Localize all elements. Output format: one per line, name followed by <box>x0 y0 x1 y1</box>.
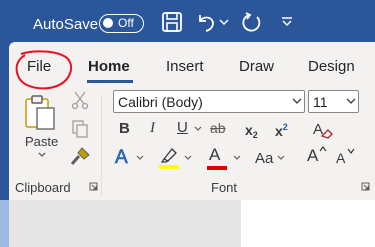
font-dialog-launcher-icon[interactable] <box>361 182 370 191</box>
copy-icon[interactable] <box>71 119 89 139</box>
chevron-down-icon <box>292 98 302 104</box>
toggle-knob <box>103 18 113 28</box>
document-page[interactable] <box>241 200 375 247</box>
customize-quick-access-icon[interactable] <box>281 15 293 27</box>
group-divider <box>101 96 102 196</box>
grow-font-button[interactable]: A <box>307 146 318 166</box>
annotation-circle <box>15 50 73 90</box>
text-effects-dropdown-icon[interactable] <box>136 155 144 161</box>
clipboard-dialog-launcher-icon[interactable] <box>89 182 98 191</box>
font-name-value: Calibri (Body) <box>118 94 203 110</box>
change-case-button[interactable]: Aa <box>255 150 273 167</box>
underline-dropdown-icon[interactable] <box>194 126 202 132</box>
text-effects-button[interactable]: A <box>115 147 128 169</box>
selected-tab-indicator <box>87 80 133 83</box>
change-case-dropdown-icon[interactable] <box>277 155 285 161</box>
autosave-label: AutoSave <box>33 16 99 33</box>
highlighter-icon[interactable] <box>158 145 180 169</box>
tab-insert[interactable]: Insert <box>166 58 204 75</box>
italic-button[interactable]: I <box>150 120 155 137</box>
shrink-font-arrow-icon <box>347 148 355 154</box>
font-color-dropdown-icon[interactable] <box>233 155 241 161</box>
paste-label: Paste <box>25 134 59 149</box>
font-size-select[interactable]: 11 <box>308 90 359 113</box>
paste-dropdown-icon[interactable] <box>38 152 46 158</box>
document-canvas <box>9 200 375 247</box>
autosave-state: Off <box>118 16 134 30</box>
superscript-mark: 2 <box>282 122 288 132</box>
bold-button[interactable]: B <box>119 120 130 137</box>
tab-draw[interactable]: Draw <box>239 58 274 75</box>
font-color-swatch <box>207 166 227 170</box>
strikethrough-button[interactable]: ab <box>210 120 226 136</box>
cut-icon[interactable] <box>71 90 89 110</box>
tab-home[interactable]: Home <box>88 58 130 75</box>
grow-font-arrow-icon <box>319 146 327 152</box>
subscript-base: x <box>245 122 253 138</box>
undo-dropdown-icon[interactable] <box>219 18 229 26</box>
clipboard-group-label: Clipboard <box>15 180 71 195</box>
autosave-toggle[interactable]: Off <box>99 14 144 33</box>
ribbon: File Home Insert Draw Design Paste Clipb… <box>9 42 375 200</box>
chevron-down-icon <box>346 98 356 104</box>
superscript-base: x <box>275 123 283 139</box>
font-name-select[interactable]: Calibri (Body) <box>113 90 305 113</box>
font-size-value: 11 <box>313 94 328 110</box>
save-icon[interactable] <box>161 11 183 33</box>
tab-design[interactable]: Design <box>308 58 355 75</box>
font-color-button[interactable]: A <box>209 145 220 165</box>
subscript-mark: 2 <box>252 130 258 140</box>
title-bar: AutoSave Off <box>0 0 375 42</box>
window-edge <box>0 200 9 247</box>
highlighter-dropdown-icon[interactable] <box>184 155 192 161</box>
subscript-button[interactable]: x2 <box>245 122 258 140</box>
shrink-font-button[interactable]: A <box>336 150 345 166</box>
paste-icon[interactable] <box>23 94 57 132</box>
font-group-label: Font <box>211 180 238 195</box>
underline-button[interactable]: U <box>177 119 188 136</box>
format-painter-icon[interactable] <box>70 146 92 166</box>
svg-text:A: A <box>313 121 323 138</box>
redo-icon[interactable] <box>241 11 263 33</box>
undo-icon[interactable] <box>195 11 217 33</box>
clear-formatting-icon[interactable]: A <box>311 118 333 140</box>
superscript-button[interactable]: x2 <box>275 122 288 139</box>
